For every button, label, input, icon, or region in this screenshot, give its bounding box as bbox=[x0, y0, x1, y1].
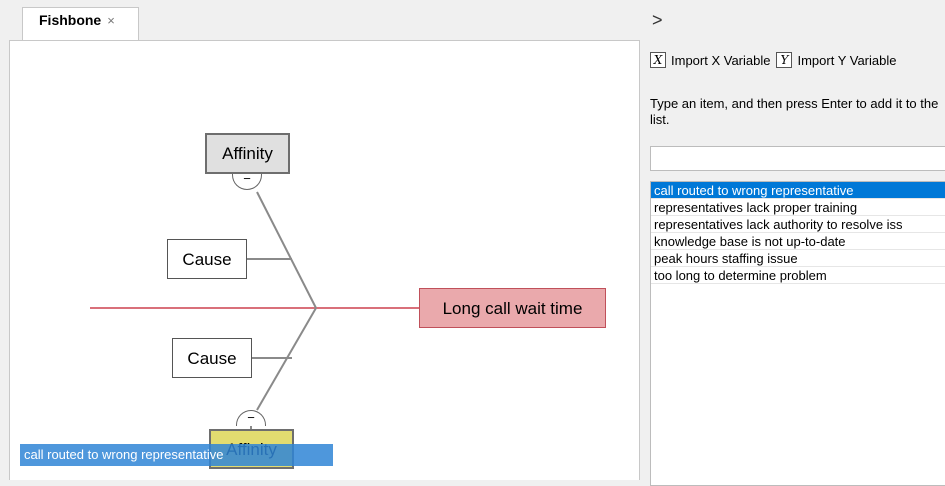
fishbone-lines bbox=[90, 191, 419, 429]
list-item[interactable]: too long to determine problem bbox=[651, 267, 945, 284]
effect-node[interactable]: Long call wait time bbox=[419, 288, 606, 328]
list-item[interactable]: peak hours staffing issue bbox=[651, 250, 945, 267]
item-panel: > X Import X Variable Y Import Y Variabl… bbox=[640, 0, 945, 486]
import-y-button[interactable]: Import Y Variable bbox=[797, 53, 896, 68]
affinity-node-top[interactable]: Affinity bbox=[205, 133, 290, 174]
list-item[interactable]: representatives lack authority to resolv… bbox=[651, 216, 945, 233]
close-icon[interactable]: × bbox=[107, 13, 115, 28]
tab-fishbone[interactable]: Fishbone × bbox=[22, 7, 139, 40]
y-variable-icon[interactable]: Y bbox=[776, 52, 793, 68]
import-toolbar: X Import X Variable Y Import Y Variable bbox=[650, 52, 902, 68]
bone-upper bbox=[256, 191, 317, 309]
cause-node-1[interactable]: Cause bbox=[167, 239, 247, 279]
list-item[interactable]: call routed to wrong representative bbox=[651, 182, 945, 199]
fishbone-canvas[interactable]: Affinity − Cause Cause Long call wait ti… bbox=[9, 40, 640, 480]
cause-node-2[interactable]: Cause bbox=[172, 338, 252, 378]
instructions-text: Type an item, and then press Enter to ad… bbox=[650, 96, 939, 127]
chevron-right-icon[interactable]: > bbox=[652, 10, 663, 31]
import-x-button[interactable]: Import X Variable bbox=[671, 53, 770, 68]
list-item[interactable]: knowledge base is not up-to-date bbox=[651, 233, 945, 250]
list-item[interactable]: representatives lack proper training bbox=[651, 199, 945, 216]
drag-preview-label: call routed to wrong representative bbox=[20, 444, 333, 466]
items-list[interactable]: call routed to wrong representative repr… bbox=[650, 181, 945, 486]
item-entry-input[interactable] bbox=[650, 146, 945, 171]
tab-label: Fishbone bbox=[39, 12, 102, 28]
tab-strip: Fishbone × bbox=[0, 0, 640, 40]
x-variable-icon[interactable]: X bbox=[650, 52, 666, 68]
